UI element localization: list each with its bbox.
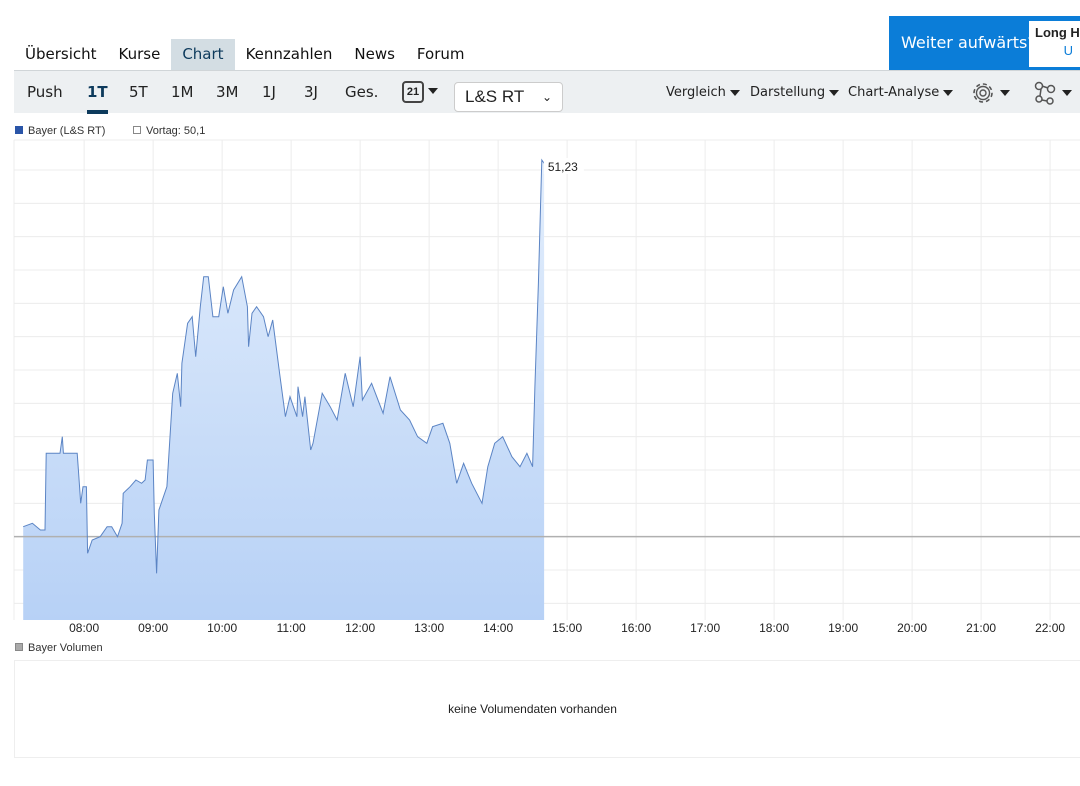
x-tick-label: 14:00 [483,621,513,635]
x-tick-label: 20:00 [897,621,927,635]
x-tick-label: 09:00 [138,621,168,635]
x-tick-label: 11:00 [277,621,306,635]
x-tick-label: 12:00 [345,621,375,635]
price-area [23,160,545,620]
price-chart[interactable]: 51,23 08:00 09:00 10:00 11:00 12:00 13:00 14:00… [0,0,1080,650]
x-tick-label: 21:00 [966,621,996,635]
x-tick-label: 22:00 [1035,621,1065,635]
volume-panel: keine Volumendaten vorhanden [14,660,1080,758]
volume-legend[interactable]: Bayer Volumen [15,642,103,654]
x-tick-label: 10:00 [207,621,237,635]
legend-swatch [15,643,23,651]
x-tick-label: 08:00 [69,621,99,635]
last-price-label: 51,23 [548,160,578,174]
x-tick-label: 13:00 [414,621,444,635]
x-tick-label: 15:00 [552,621,582,635]
x-tick-label: 16:00 [621,621,651,635]
x-tick-label: 17:00 [690,621,720,635]
x-tick-label: 19:00 [828,621,858,635]
volume-legend-label: Bayer Volumen [28,642,103,654]
volume-empty-message: keine Volumendaten vorhanden [448,702,617,716]
x-tick-label: 18:00 [759,621,789,635]
